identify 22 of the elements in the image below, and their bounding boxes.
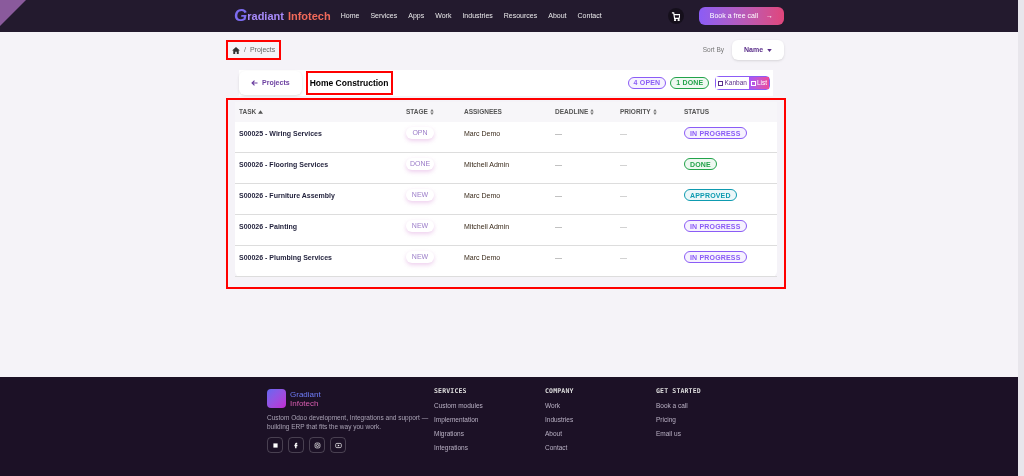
brand-logo[interactable]: Gradiant Infotech [234,3,331,29]
sort-icon [652,109,657,115]
sort-icon [590,109,595,115]
arrow-left-icon [251,80,258,86]
brand-name: Gradiant [290,389,321,399]
project-title: Home Construction [307,72,391,94]
instagram-link[interactable] [309,437,325,453]
youtube-icon [334,441,342,449]
youtube-link[interactable] [330,437,346,453]
sort-ascending-icon [258,110,264,114]
home-icon[interactable] [232,46,240,54]
view-icon [750,80,756,86]
caret-icon [767,48,773,52]
instagram-icon [313,441,321,449]
brand-name: Infotech [290,398,320,408]
facebook-link[interactable] [288,437,304,453]
cart-icon[interactable] [667,8,684,24]
linkedin-link[interactable] [267,437,283,453]
facebook-icon [292,441,300,449]
sort-icon [429,109,434,115]
logo-mark-icon [267,389,286,408]
view-icon [718,80,724,86]
